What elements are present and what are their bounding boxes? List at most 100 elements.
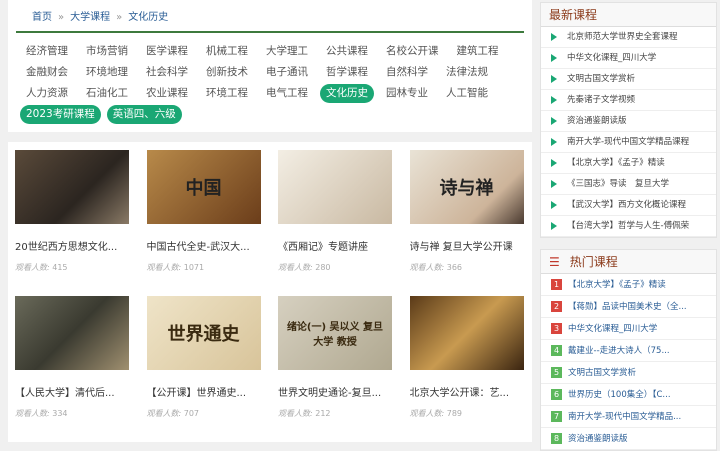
hot-course-label: 资治通鉴朗读版 xyxy=(568,434,628,444)
latest-course-label: 文明古国文学赏析 xyxy=(567,74,636,84)
course-title[interactable]: 20世纪西方思想文化... xyxy=(15,238,129,253)
hot-course-item[interactable]: 8 资治通鉴朗读版 xyxy=(541,428,716,450)
breadcrumb-current[interactable]: 文化历史 xyxy=(128,12,168,23)
course-card[interactable]: 《西厢记》专题讲座 观看人数: 280 xyxy=(278,150,392,273)
triangle-bullet-icon xyxy=(551,32,557,41)
course-card[interactable]: 【人民大学】清代后... 观看人数: 334 xyxy=(15,296,129,419)
latest-course-item[interactable]: 文明古国文学赏析 xyxy=(541,69,716,90)
category-tag[interactable]: 自然科学 xyxy=(380,63,434,82)
category-tag[interactable]: 金融财会 xyxy=(20,63,74,82)
course-title[interactable]: 世界文明史通论-复旦... xyxy=(278,384,392,399)
hot-course-item[interactable]: 6 世界历史（100集全）【C... xyxy=(541,384,716,406)
category-tag[interactable]: 文化历史 xyxy=(320,84,374,103)
views-label: 观看人数: xyxy=(409,409,445,418)
category-tag[interactable]: 人力资源 xyxy=(20,84,74,103)
category-tag[interactable]: 名校公开课 xyxy=(380,42,445,61)
hot-course-label: 戴建业--走进大诗人（75... xyxy=(568,346,670,356)
category-tag[interactable]: 人工智能 xyxy=(440,84,494,103)
latest-course-item[interactable]: 南开大学-现代中国文学精品课程 xyxy=(541,132,716,153)
breadcrumb: 首页 » 大学课程 » 文化历史 xyxy=(16,0,524,33)
rank-badge: 2 xyxy=(551,301,562,312)
hot-courses-header: ☰ 热门课程 xyxy=(541,250,716,274)
category-tag[interactable]: 环境工程 xyxy=(200,84,254,103)
latest-course-label: 【台湾大学】哲学与人生-傅佩荣 xyxy=(567,221,690,231)
course-title[interactable]: 【公开课】世界通史... xyxy=(147,384,261,399)
course-title[interactable]: 《西厢记》专题讲座 xyxy=(278,238,392,253)
course-card[interactable]: 中国 中国古代全史-武汉大... 观看人数: 1071 xyxy=(146,150,261,273)
category-tag[interactable]: 英语四、六级 xyxy=(106,105,182,124)
course-thumbnail[interactable]: 中国 xyxy=(146,150,261,224)
hot-course-item[interactable]: 3 中华文化课程_四川大学 xyxy=(541,318,716,340)
category-tag[interactable]: 电气工程 xyxy=(260,84,314,103)
category-tag[interactable]: 大学理工 xyxy=(260,42,314,61)
latest-course-label: 南开大学-现代中国文学精品课程 xyxy=(567,137,690,147)
course-card[interactable]: 诗与禅 诗与禅 复旦大学公开课 观看人数: 366 xyxy=(409,150,524,273)
category-tag[interactable]: 市场营销 xyxy=(80,42,134,61)
category-panel: 首页 » 大学课程 » 文化历史 经济管理 市场营销 医学课程 机械工程 大学理工 公共课程 名校公… xyxy=(8,0,532,132)
hot-course-label: 【蒋勋】品读中国美术史（全... xyxy=(568,302,687,312)
category-tag[interactable]: 经济管理 xyxy=(20,42,74,61)
category-tag[interactable]: 创新技术 xyxy=(200,63,254,82)
latest-course-item[interactable]: 中华文化课程_四川大学 xyxy=(541,48,716,69)
hot-course-item[interactable]: 5 文明古国文学赏析 xyxy=(541,362,716,384)
rank-badge: 1 xyxy=(551,279,562,290)
course-title[interactable]: 中国古代全史-武汉大... xyxy=(147,238,261,253)
latest-course-item[interactable]: 《三国志》导读 复旦大学 xyxy=(541,174,716,195)
category-tag[interactable]: 2023考研课程 xyxy=(20,105,101,124)
course-thumbnail[interactable]: 世界通史 xyxy=(146,296,261,370)
course-thumbnail[interactable] xyxy=(15,296,129,370)
course-thumbnail[interactable] xyxy=(15,150,129,224)
latest-course-item[interactable]: 先秦诸子文学视频 xyxy=(541,90,716,111)
category-tag[interactable]: 电子通讯 xyxy=(260,63,314,82)
views-count: 334 xyxy=(52,409,68,418)
latest-course-item[interactable]: 【武汉大学】西方文化概论课程 xyxy=(541,195,716,216)
hot-course-item[interactable]: 7 南开大学-现代中国文学精品... xyxy=(541,406,716,428)
category-tag[interactable]: 机械工程 xyxy=(200,42,254,61)
hot-course-item[interactable]: 2 【蒋勋】品读中国美术史（全... xyxy=(541,296,716,318)
latest-courses-title: 最新课程 xyxy=(541,3,716,27)
course-thumbnail[interactable] xyxy=(409,296,524,370)
category-tag[interactable]: 哲学课程 xyxy=(320,63,374,82)
course-title[interactable]: 【人民大学】清代后... xyxy=(15,384,129,399)
category-tag[interactable]: 环境地理 xyxy=(80,63,134,82)
category-tag[interactable]: 建筑工程 xyxy=(451,42,505,61)
course-title[interactable]: 诗与禅 复旦大学公开课 xyxy=(410,238,524,253)
category-tag[interactable]: 医学课程 xyxy=(140,42,194,61)
latest-course-item[interactable]: 【北京大学】《孟子》精读 xyxy=(541,153,716,174)
views-count: 707 xyxy=(183,409,200,418)
course-thumbnail[interactable]: 诗与禅 xyxy=(409,150,524,224)
latest-course-item[interactable]: 资治通鉴朗读版 xyxy=(541,111,716,132)
course-thumbnail[interactable]: 绪论(一) 吴以义 复旦大学 教授 xyxy=(278,296,392,370)
category-tag[interactable]: 石油化工 xyxy=(80,84,134,103)
triangle-bullet-icon xyxy=(551,116,557,125)
course-thumbnail[interactable] xyxy=(278,150,392,224)
latest-course-item[interactable]: 【台湾大学】哲学与人生-傅佩荣 xyxy=(541,216,716,237)
breadcrumb-university[interactable]: 大学课程 xyxy=(70,12,110,23)
category-tags: 经济管理 市场营销 医学课程 机械工程 大学理工 公共课程 名校公开课 建筑工程金融财会 环境地… xyxy=(16,33,536,126)
rank-badge: 4 xyxy=(551,345,562,356)
views-label: 观看人数: xyxy=(15,263,50,272)
category-tag[interactable]: 公共课程 xyxy=(320,42,374,61)
breadcrumb-home[interactable]: 首页 xyxy=(32,12,52,23)
views-label: 观看人数: xyxy=(146,263,182,272)
hot-courses-title: 热门课程 xyxy=(569,255,618,269)
course-card[interactable]: 绪论(一) 吴以义 复旦大学 教授 世界文明史通论-复旦... 观看人数: 21… xyxy=(278,296,392,419)
hot-course-item[interactable]: 1 【北京大学】《孟子》精读 xyxy=(541,274,716,296)
latest-course-item[interactable]: 北京师范大学世界史全套课程 xyxy=(541,27,716,48)
course-card[interactable]: 北京大学公开课：艺... 观看人数: 789 xyxy=(409,296,524,419)
views-count: 1071 xyxy=(183,263,205,272)
category-tag[interactable]: 园林专业 xyxy=(380,84,434,103)
course-title[interactable]: 北京大学公开课：艺... xyxy=(410,384,524,399)
course-views: 观看人数: 366 xyxy=(410,262,524,273)
course-card[interactable]: 20世纪西方思想文化... 观看人数: 415 xyxy=(15,150,129,273)
category-tag[interactable]: 社会科学 xyxy=(140,63,194,82)
thumbnail-text: 中国 xyxy=(185,178,222,199)
breadcrumb-sep: » xyxy=(58,12,65,23)
course-card[interactable]: 世界通史 【公开课】世界通史... 观看人数: 707 xyxy=(146,296,261,419)
category-tag[interactable]: 法律法规 xyxy=(440,63,494,82)
hot-course-item[interactable]: 4 戴建业--走进大诗人（75... xyxy=(541,340,716,362)
category-tag[interactable]: 农业课程 xyxy=(140,84,194,103)
rank-badge: 8 xyxy=(551,433,562,444)
latest-course-label: 中华文化课程_四川大学 xyxy=(567,53,657,63)
views-label: 观看人数: xyxy=(146,409,182,418)
